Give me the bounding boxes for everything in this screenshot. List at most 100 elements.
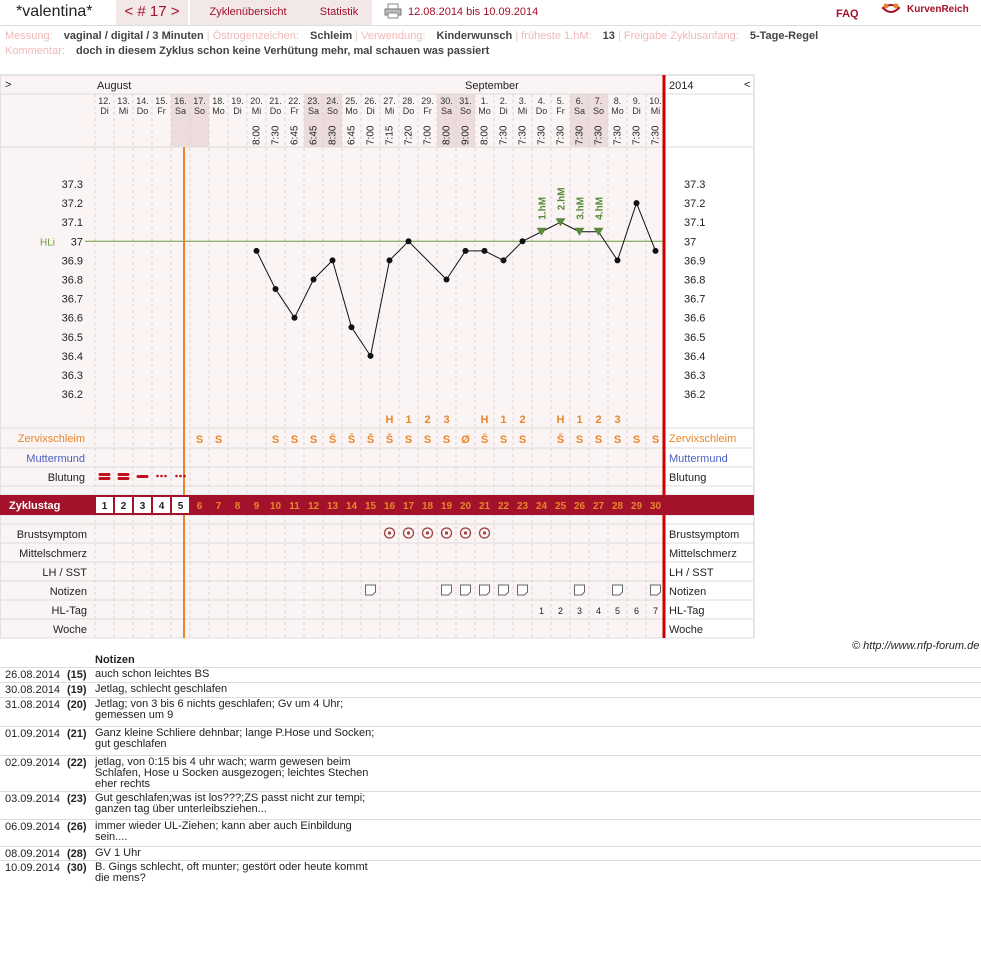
weekday-label: Mi [252, 106, 262, 116]
cycle-day-number: 24 [536, 501, 548, 512]
date-label: 31. [459, 96, 472, 106]
y-tick-left: 37 [71, 236, 83, 248]
weekday-label: Fr [556, 106, 565, 116]
row-label-right-blut: Blutung [669, 472, 706, 484]
note-icon[interactable] [612, 584, 623, 596]
note-text: jetlag, von 0:15 bis 4 uhr wach; warm ge… [95, 756, 369, 790]
time-label: 7:30 [594, 125, 605, 145]
cycle-day-number: 17 [403, 501, 415, 512]
cervix-mark: S [633, 434, 640, 446]
y-tick-right: 36.9 [684, 255, 705, 267]
time-label: 7:20 [404, 125, 415, 145]
temp-point [291, 314, 298, 321]
note-text: Ganz kleine Schliere dehnbar; lange P.Ho… [95, 727, 375, 750]
cervix-mark: S [443, 434, 450, 446]
note-icon[interactable] [479, 584, 490, 596]
temp-point [443, 276, 450, 283]
nav-right-arrow[interactable]: < [744, 79, 750, 91]
time-label: 6:45 [290, 125, 301, 145]
row-label-right-notiz: Notizen [669, 586, 706, 598]
weekday-label: Fr [290, 106, 299, 116]
cycle-day-number: 10 [270, 501, 282, 512]
cycle-day-number: 29 [631, 501, 643, 512]
temp-point [500, 257, 507, 264]
y-tick-left: 36.5 [62, 332, 83, 344]
date-label: 4. [538, 96, 546, 106]
note-icon[interactable] [498, 584, 509, 596]
note-cycle-day: (19) [67, 684, 87, 696]
peak-mark: H [481, 414, 489, 426]
weekday-label: Di [366, 106, 375, 116]
cervix-mark: S [310, 434, 317, 446]
peak-mark: 1 [500, 414, 506, 426]
note-icon[interactable] [365, 584, 376, 596]
weekday-label: Di [233, 106, 242, 116]
cycle-day-number: 8 [235, 501, 241, 512]
y-tick-right: 36.6 [684, 313, 705, 325]
cervix-mark: S [272, 434, 279, 446]
cycle-day-number: 6 [197, 501, 203, 512]
note-icon[interactable] [574, 584, 585, 596]
temp-point [272, 286, 279, 293]
temp-point [386, 257, 393, 264]
note-date: 10.09.2014 [5, 862, 61, 874]
cycle-day-number: 3 [140, 501, 146, 512]
date-label: 17. [193, 96, 206, 106]
cycle-day-number: 19 [441, 501, 453, 512]
note-cycle-day: (28) [67, 848, 87, 860]
time-label: 7:00 [366, 125, 377, 145]
weekday-label: Fr [157, 106, 166, 116]
cycle-day-number: 23 [517, 501, 529, 512]
cervix-mark: S [215, 434, 222, 446]
y-tick-left: 37.2 [62, 198, 83, 210]
y-tick-left: 36.7 [62, 294, 83, 306]
weekday-label: So [460, 106, 471, 116]
note-row: 08.09.2014 (28) GV 1 Uhr [0, 846, 981, 860]
breast-symptom-dot [406, 531, 411, 535]
note-date: 31.08.2014 [5, 699, 61, 711]
note-icon[interactable] [517, 584, 528, 596]
note-row: 30.08.2014 (19) Jetlag, schlecht geschlafe… [0, 682, 981, 696]
row-label-mumu: Muttermund [26, 453, 85, 465]
date-label: 25. [345, 96, 358, 106]
cycle-day-number: 9 [254, 501, 260, 512]
y-tick-left: 36.2 [62, 389, 83, 401]
row-label-blut: Blutung [48, 472, 85, 484]
row-label-mittel: Mittelschmerz [19, 548, 87, 560]
note-date: 30.08.2014 [5, 684, 61, 696]
hl-day-number: 3 [577, 606, 582, 616]
cervix-mark: S̄ [386, 434, 393, 446]
hm-label: 2.hM [557, 187, 568, 210]
hm-label: 1.hM [538, 197, 549, 220]
peak-mark: H [386, 414, 394, 426]
time-label: 8:00 [252, 125, 263, 145]
temp-point [633, 200, 640, 207]
cycle-day-number: 28 [612, 501, 624, 512]
peak-mark: 1 [405, 414, 411, 426]
note-row: 26.08.2014 (15) auch schon leichtes BS [0, 667, 981, 681]
weekday-label: Mo [212, 106, 225, 116]
weekday-label: Do [403, 106, 415, 116]
time-label: 7:30 [271, 125, 282, 145]
note-icon[interactable] [460, 584, 471, 596]
note-cycle-day: (15) [67, 669, 87, 681]
cervix-mark: S̄ [481, 434, 488, 446]
row-label-notiz: Notizen [50, 586, 87, 598]
cycle-day-number: 20 [460, 501, 472, 512]
date-label: 7. [595, 96, 603, 106]
row-label-right-hltag: HL-Tag [669, 605, 704, 617]
time-label: 7:30 [499, 125, 510, 145]
cervix-mark: Ø [461, 434, 470, 446]
note-icon[interactable] [650, 584, 661, 596]
temp-point [367, 352, 374, 359]
nav-left-arrow[interactable]: > [5, 79, 11, 91]
date-label: 8. [614, 96, 622, 106]
cycle-day-number: 4 [159, 501, 165, 512]
weekday-label: So [194, 106, 205, 116]
time-label: 8:00 [442, 125, 453, 145]
date-label: 24. [326, 96, 339, 106]
weekday-label: Do [536, 106, 548, 116]
note-icon[interactable] [441, 584, 452, 596]
bleeding-dot [175, 474, 178, 478]
cervix-mark: S [576, 434, 583, 446]
